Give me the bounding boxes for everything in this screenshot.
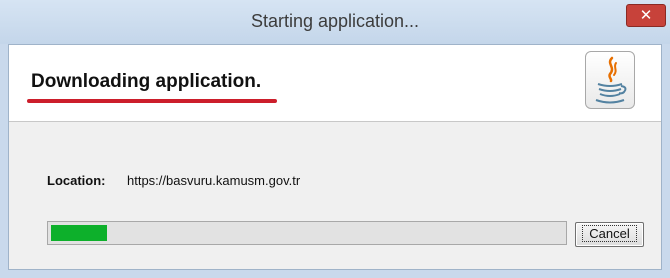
cancel-button[interactable]: Cancel — [575, 222, 644, 247]
java-logo-icon — [585, 51, 635, 109]
progress-fill — [51, 225, 107, 241]
download-progress-bar — [47, 221, 567, 245]
location-label: Location: — [47, 173, 106, 188]
close-button[interactable]: ✕ — [626, 4, 666, 27]
cancel-button-label: Cancel — [582, 225, 637, 242]
window-title: Starting application... — [250, 11, 420, 31]
dialog-body: Downloading application. Location: https… — [8, 44, 662, 270]
title-bar[interactable]: Starting application... ✕ — [0, 0, 670, 44]
header-title: Downloading application. — [31, 71, 262, 92]
dialog-window: Starting application... ✕ Downloading ap… — [0, 0, 670, 278]
header-panel: Downloading application. — [9, 45, 661, 122]
location-url: https://basvuru.kamusm.gov.tr — [127, 173, 301, 188]
red-underline-annotation — [27, 99, 277, 103]
close-icon: ✕ — [639, 6, 653, 24]
